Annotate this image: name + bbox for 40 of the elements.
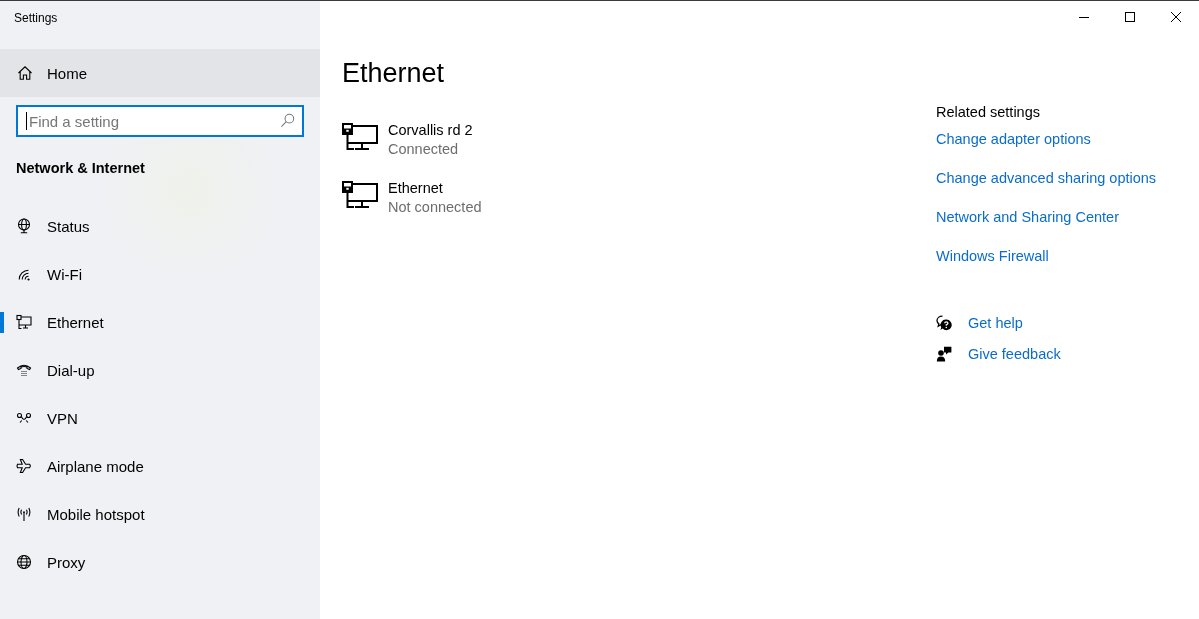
- person-speech-bubble-icon: [936, 346, 952, 362]
- antenna-icon: [16, 506, 32, 522]
- home-icon: [17, 65, 33, 81]
- globe-icon: [16, 554, 32, 570]
- nav-item[interactable]: Proxy: [0, 538, 320, 586]
- help-link[interactable]: Give feedback: [936, 344, 1061, 364]
- nav-item[interactable]: Status: [0, 202, 320, 250]
- settings-link[interactable]: Windows Firewall: [936, 246, 1049, 266]
- nav-item[interactable]: Dial-up: [0, 346, 320, 394]
- phone-keypad-icon: [16, 362, 32, 378]
- close-icon: [1171, 12, 1181, 22]
- airplane-icon: [16, 458, 32, 474]
- nav-item[interactable]: VPN: [0, 394, 320, 442]
- ethernet-monitor-icon: [342, 181, 378, 209]
- nav-item[interactable]: Mobile hotspot: [0, 490, 320, 538]
- question-bubble-icon: [936, 315, 952, 331]
- settings-link[interactable]: Network and Sharing Center: [936, 207, 1119, 227]
- home-button[interactable]: Home: [0, 49, 320, 97]
- ethernet-monitor-icon: [16, 314, 32, 330]
- section-title: Network & Internet: [15, 159, 145, 178]
- help-link[interactable]: Get help: [936, 313, 1023, 333]
- nav-item[interactable]: Ethernet: [0, 298, 320, 346]
- globe-monitor-icon: [16, 218, 32, 234]
- search-field[interactable]: Find a setting: [16, 105, 304, 137]
- text-cursor-icon: [26, 112, 27, 130]
- settings-link[interactable]: Change adapter options: [936, 129, 1091, 149]
- network-name[interactable]: Ethernet: [388, 179, 443, 198]
- related-settings-heading: Related settings: [936, 103, 1040, 122]
- search-icon: [280, 113, 295, 128]
- nav-item[interactable]: Wi-Fi: [0, 250, 320, 298]
- app-title: Settings: [13, 10, 58, 27]
- page-title: Ethernet: [342, 57, 445, 90]
- linked-circles-icon: [16, 410, 32, 426]
- nav-item[interactable]: Airplane mode: [0, 442, 320, 490]
- connection-status: Connected: [388, 140, 459, 159]
- maximize-icon: [1125, 12, 1135, 22]
- network-name[interactable]: Corvallis rd 2: [388, 121, 473, 140]
- connection-status: Not connected: [388, 198, 482, 217]
- settings-link[interactable]: Change advanced sharing options: [936, 168, 1157, 188]
- ethernet-monitor-icon: [342, 123, 378, 151]
